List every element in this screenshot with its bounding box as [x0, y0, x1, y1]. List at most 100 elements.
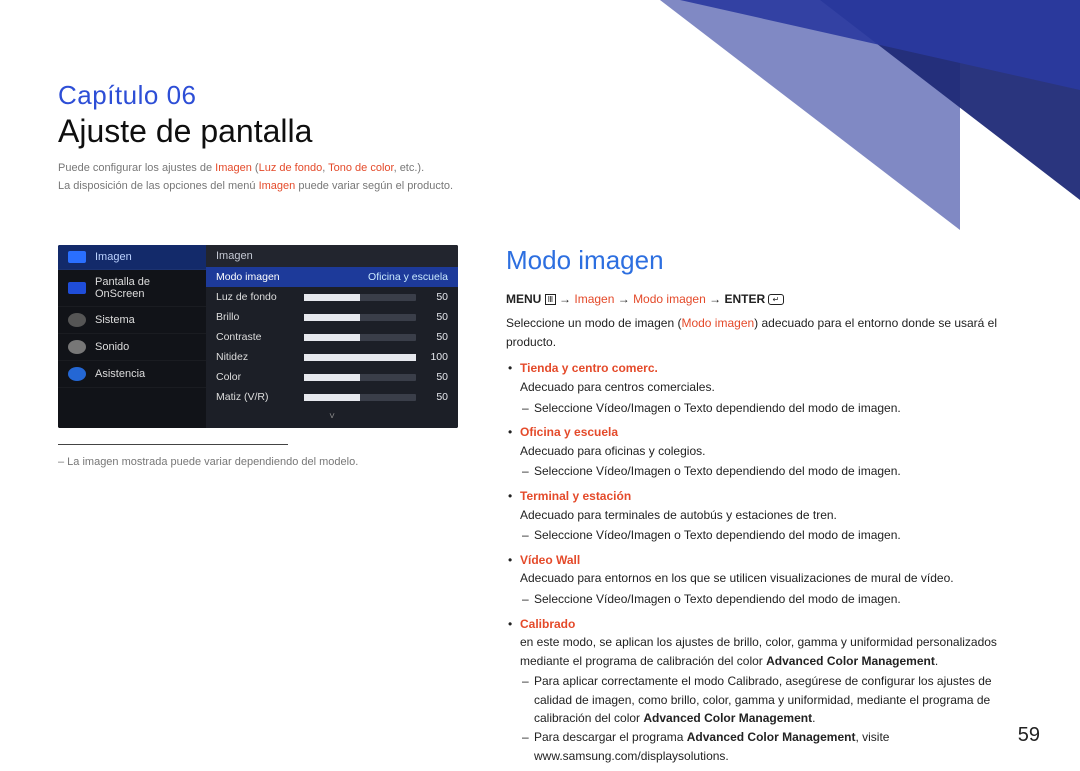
osd-sidebar-item-onscreen: Pantalla de OnScreen	[58, 270, 206, 307]
mode-body: Adecuado para oficinas y colegios.	[520, 444, 705, 458]
osd-row-value: 50	[424, 371, 448, 383]
screen-icon	[68, 282, 86, 294]
osd-row-label: Color	[216, 371, 296, 383]
mode-subitem: Seleccione Vídeo/Imagen o Texto dependie…	[520, 590, 1022, 609]
section-title: Modo imagen	[506, 245, 1022, 276]
t: dependiendo del modo de imagen.	[713, 464, 901, 478]
mode-item: Vídeo Wall Adecuado para entornos en los…	[506, 551, 1022, 609]
t: dependiendo del modo de imagen.	[713, 528, 901, 542]
osd-sidebar-item-asistencia: Asistencia	[58, 361, 206, 388]
section-description: Seleccione un modo de imagen (Modo image…	[506, 314, 1022, 351]
help-icon	[68, 367, 86, 381]
menu-path: MENU Ⅲ → Imagen → Modo imagen → ENTER	[506, 292, 1022, 306]
osd-slider	[304, 294, 416, 301]
mode-subitem: Seleccione Vídeo/Imagen o Texto dependie…	[520, 526, 1022, 545]
osd-row-nitidez: Nitidez 100	[206, 347, 458, 367]
mode-name: Tienda y centro comerc.	[520, 361, 658, 375]
osd-row-modo-imagen: Modo imagen Oficina y escuela	[206, 267, 458, 287]
intro-highlight: Luz de fondo	[259, 162, 323, 174]
osd-row-label: Contraste	[216, 331, 296, 343]
osd-scroll-down-icon: ˅	[206, 407, 458, 428]
intro-text: , etc.).	[394, 162, 425, 174]
background-triangle	[680, 0, 1080, 90]
osd-slider	[304, 394, 416, 401]
t: o	[671, 528, 684, 542]
osd-row-value: 50	[424, 291, 448, 303]
mode-body: Adecuado para terminales de autobús y es…	[520, 508, 837, 522]
t: Texto	[684, 528, 713, 542]
mode-body: .	[935, 654, 938, 668]
mode-name: Terminal y estación	[520, 489, 631, 503]
arrow: →	[614, 292, 633, 306]
t: Texto	[684, 401, 713, 415]
t: o	[671, 592, 684, 606]
osd-row-color: Color 50	[206, 367, 458, 387]
osd-slider	[304, 334, 416, 341]
intro-text: (	[252, 162, 259, 174]
t: Seleccione	[534, 528, 596, 542]
osd-sidebar-label: Pantalla de OnScreen	[95, 276, 196, 300]
divider	[58, 444, 288, 445]
osd-sidebar-label: Sonido	[95, 341, 129, 353]
osd-row-value: 50	[424, 331, 448, 343]
osd-row-value: 50	[424, 311, 448, 323]
chapter-intro: Puede configurar los ajustes de Imagen (…	[58, 160, 1022, 195]
osd-row-label: Nitidez	[216, 351, 296, 363]
osd-slider	[304, 354, 416, 361]
chapter-number: Capítulo 06	[58, 80, 1022, 111]
osd-row-label: Luz de fondo	[216, 291, 296, 303]
chapter-title: Ajuste de pantalla	[58, 113, 1022, 150]
mode-item: Tienda y centro comerc. Adecuado para ce…	[506, 359, 1022, 417]
osd-row-contraste: Contraste 50	[206, 327, 458, 347]
t: Vídeo/Imagen	[596, 592, 671, 606]
t: .	[812, 711, 815, 725]
t: dependiendo del modo de imagen.	[713, 592, 901, 606]
osd-panel: Imagen Modo imagen Oficina y escuela Luz…	[206, 245, 458, 428]
osd-row-luz-de-fondo: Luz de fondo 50	[206, 287, 458, 307]
osd-slider	[304, 314, 416, 321]
mode-item-calibrado: Calibrado en este modo, se aplican los a…	[506, 615, 1022, 766]
intro-highlight: Imagen	[215, 162, 252, 174]
mode-item: Terminal y estación Adecuado para termin…	[506, 487, 1022, 545]
t: Texto	[684, 464, 713, 478]
t: Vídeo/Imagen	[596, 401, 671, 415]
osd-row-label: Modo imagen	[216, 271, 296, 283]
enter-label: ENTER	[724, 292, 768, 306]
intro-text: La disposición de las opciones del menú	[58, 180, 259, 192]
menu-button-icon: Ⅲ	[545, 294, 556, 305]
desc-text: Seleccione un modo de imagen (	[506, 316, 681, 330]
osd-row-label: Matiz (V/R)	[216, 391, 296, 403]
t: o	[671, 401, 684, 415]
t: o	[671, 464, 684, 478]
page-number: 59	[1018, 724, 1040, 747]
mode-name: Oficina y escuela	[520, 425, 618, 439]
intro-highlight: Tono de color	[328, 162, 393, 174]
mode-subitem: Seleccione Vídeo/Imagen o Texto dependie…	[520, 462, 1022, 481]
osd-sidebar-item-sonido: Sonido	[58, 334, 206, 361]
path-segment: Imagen	[574, 292, 614, 306]
osd-sidebar-label: Imagen	[95, 251, 132, 263]
t: Vídeo/Imagen	[596, 528, 671, 542]
t: dependiendo del modo de imagen.	[713, 401, 901, 415]
menu-label: MENU	[506, 292, 545, 306]
arrow: →	[556, 292, 575, 306]
mode-body: Adecuado para entornos en los que se uti…	[520, 571, 954, 585]
intro-text: Puede configurar los ajustes de	[58, 162, 215, 174]
mode-subitem: Seleccione Vídeo/Imagen o Texto dependie…	[520, 399, 1022, 418]
figure-caption: – La imagen mostrada puede variar depend…	[58, 455, 458, 470]
mode-body: Adecuado para centros comerciales.	[520, 380, 715, 394]
arrow: →	[706, 292, 725, 306]
intro-text: puede variar según el producto.	[295, 180, 453, 192]
mode-name: Vídeo Wall	[520, 553, 580, 567]
t: Para descargar el programa	[534, 730, 687, 744]
t: Vídeo/Imagen	[596, 464, 671, 478]
osd-sidebar-label: Asistencia	[95, 368, 145, 380]
osd-row-value: Oficina y escuela	[368, 271, 448, 283]
t: Advanced Color Management	[687, 730, 856, 744]
display-icon	[68, 251, 86, 263]
mode-subitem: Para descargar el programa Advanced Colo…	[520, 728, 1022, 765]
mode-name: Calibrado	[520, 617, 575, 631]
intro-highlight: Imagen	[259, 180, 296, 192]
enter-button-icon	[768, 294, 784, 305]
path-segment: Modo imagen	[633, 292, 706, 306]
